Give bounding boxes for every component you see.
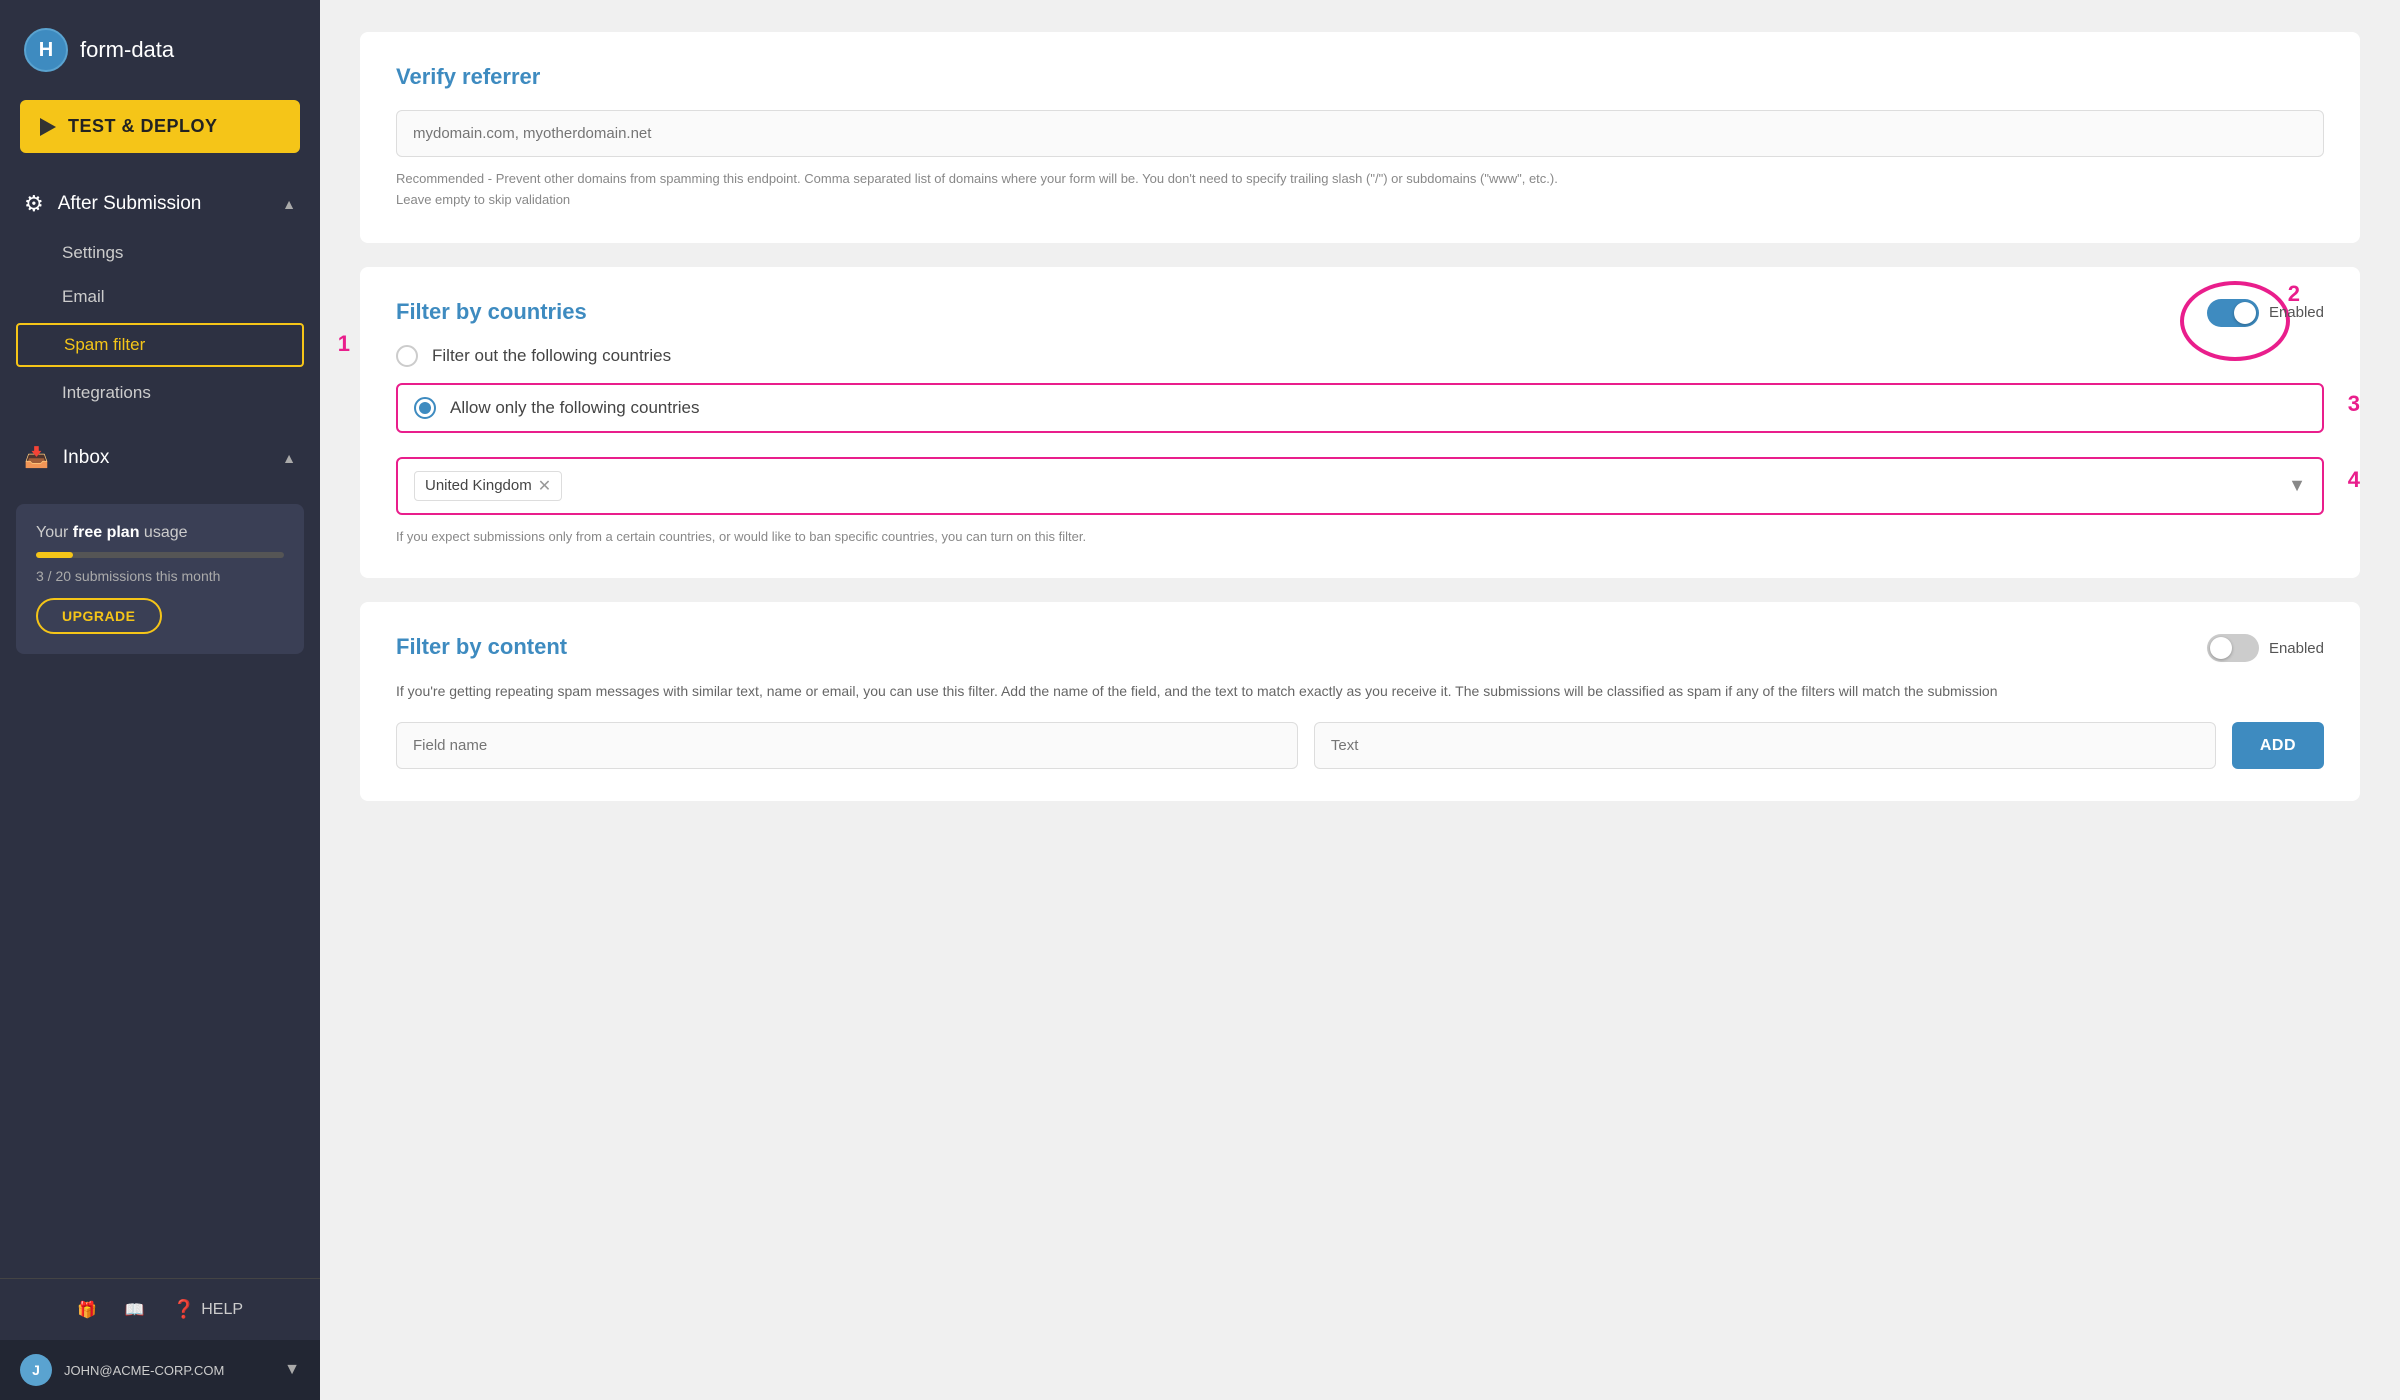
help-button[interactable]: ❓ HELP — [173, 1299, 243, 1320]
avatar: J — [20, 1354, 52, 1386]
filter-content-toggle-row: Enabled — [2207, 634, 2324, 662]
play-icon — [40, 118, 56, 136]
user-chevron-icon: ▼ — [284, 1361, 300, 1379]
filter-countries-toggle[interactable] — [2207, 299, 2259, 327]
sidebar-item-email[interactable]: Email — [0, 275, 320, 319]
upgrade-button[interactable]: UPGRADE — [36, 598, 162, 634]
filter-content-toggle-knob — [2210, 637, 2232, 659]
sidebar-item-settings[interactable]: Settings — [0, 231, 320, 275]
sidebar-item-integrations[interactable]: Integrations — [0, 371, 320, 415]
radio-filter-out-circle — [396, 345, 418, 367]
help-row: 🎁 📖 ❓ HELP — [0, 1279, 320, 1340]
filter-content-title: Filter by content — [396, 634, 2324, 660]
main-content: Verify referrer Recommended - Prevent ot… — [320, 0, 2400, 1400]
toggle-knob — [2234, 302, 2256, 324]
gift-button[interactable]: 🎁 — [77, 1300, 97, 1320]
filter-countries-title: Filter by countries — [396, 299, 2324, 325]
country-select-outer: United Kingdom ✕ ▼ 4 — [396, 457, 2324, 515]
filter-content-toggle[interactable] — [2207, 634, 2259, 662]
filter-content-card: Filter by content Enabled If you're gett… — [360, 602, 2360, 801]
country-help: If you expect submissions only from a ce… — [396, 527, 2324, 547]
filter-countries-toggle-row: Enabled — [2207, 299, 2324, 327]
filter-content-field-row: ADD — [396, 722, 2324, 769]
inbox-label: Inbox — [63, 447, 109, 469]
nav-after-submission-header[interactable]: ⚙ After Submission ▲ — [0, 177, 320, 231]
plan-progress-bar — [36, 552, 284, 558]
radio-allow-only[interactable]: Allow only the following countries — [396, 383, 2324, 433]
sidebar: H form-data TEST & DEPLOY ⚙ After Submis… — [0, 0, 320, 1400]
filter-content-help: If you're getting repeating spam message… — [396, 680, 2324, 702]
referrer-input[interactable] — [396, 110, 2324, 157]
country-tag-remove[interactable]: ✕ — [538, 476, 551, 496]
filter-countries-toggle-label: Enabled — [2269, 304, 2324, 321]
inbox-chevron: ▲ — [282, 450, 296, 466]
sidebar-item-spam-filter[interactable]: Spam filter — [16, 323, 304, 367]
logo-icon: H — [24, 28, 68, 72]
gift-icon: 🎁 — [77, 1300, 97, 1320]
after-submission-label: After Submission — [58, 193, 202, 215]
help-label: HELP — [201, 1301, 243, 1319]
gear-icon: ⚙ — [24, 191, 44, 217]
radio-allow-only-label: Allow only the following countries — [450, 398, 699, 418]
question-icon: ❓ — [173, 1299, 195, 1320]
plan-box: Your free plan usage 3 / 20 submissions … — [16, 504, 304, 654]
annotation-1: 1 — [338, 331, 350, 357]
deploy-button-label: TEST & DEPLOY — [68, 116, 218, 137]
text-input[interactable] — [1314, 722, 2216, 769]
plan-type: free plan — [73, 524, 140, 541]
deploy-button[interactable]: TEST & DEPLOY — [20, 100, 300, 153]
user-row[interactable]: J JOHN@ACME-CORP.COM ▼ — [0, 1340, 320, 1400]
annotation-4: 4 — [2348, 467, 2360, 493]
radio-filter-out[interactable]: Filter out the following countries — [396, 345, 2324, 367]
filter-content-toggle-label: Enabled — [2269, 640, 2324, 657]
inbox-icon: 📥 — [24, 445, 49, 470]
country-tag-uk: United Kingdom ✕ — [414, 471, 562, 501]
book-icon: 📖 — [125, 1300, 145, 1320]
country-select-chevron-icon: ▼ — [2288, 475, 2306, 496]
plan-text-prefix: Your — [36, 524, 73, 541]
filter-countries-radio-group: Filter out the following countries Allow… — [396, 345, 2324, 437]
annotation-3: 3 — [2348, 391, 2360, 417]
radio-allow-wrapper: Allow only the following countries 3 — [396, 383, 2324, 437]
after-submission-chevron: ▲ — [282, 196, 296, 212]
plan-count: 3 / 20 submissions this month — [36, 568, 284, 584]
add-button[interactable]: ADD — [2232, 722, 2324, 769]
user-email: JOHN@ACME-CORP.COM — [64, 1363, 224, 1378]
radio-filter-out-label: Filter out the following countries — [432, 346, 671, 366]
referrer-help: Recommended - Prevent other domains from… — [396, 169, 2324, 211]
docs-button[interactable]: 📖 — [125, 1300, 145, 1320]
country-select-wrapper[interactable]: United Kingdom ✕ ▼ — [396, 457, 2324, 515]
sidebar-logo: H form-data — [0, 0, 320, 100]
country-tag-label: United Kingdom — [425, 477, 532, 494]
plan-text: Your free plan usage — [36, 524, 284, 542]
plan-progress-fill — [36, 552, 73, 558]
filter-countries-card: Filter by countries 2 Enabled Filter out… — [360, 267, 2360, 579]
logo-text: form-data — [80, 37, 174, 63]
nav-after-submission: ⚙ After Submission ▲ Settings Email Spam… — [0, 177, 320, 423]
field-name-input[interactable] — [396, 722, 1298, 769]
plan-text-suffix: usage — [144, 524, 188, 541]
verify-referrer-title: Verify referrer — [396, 64, 2324, 90]
sidebar-bottom: 🎁 📖 ❓ HELP J JOHN@ACME-CORP.COM ▼ — [0, 1278, 320, 1400]
verify-referrer-card: Verify referrer Recommended - Prevent ot… — [360, 32, 2360, 243]
nav-inbox-header[interactable]: 📥 Inbox ▲ — [0, 431, 320, 484]
radio-allow-only-circle — [414, 397, 436, 419]
